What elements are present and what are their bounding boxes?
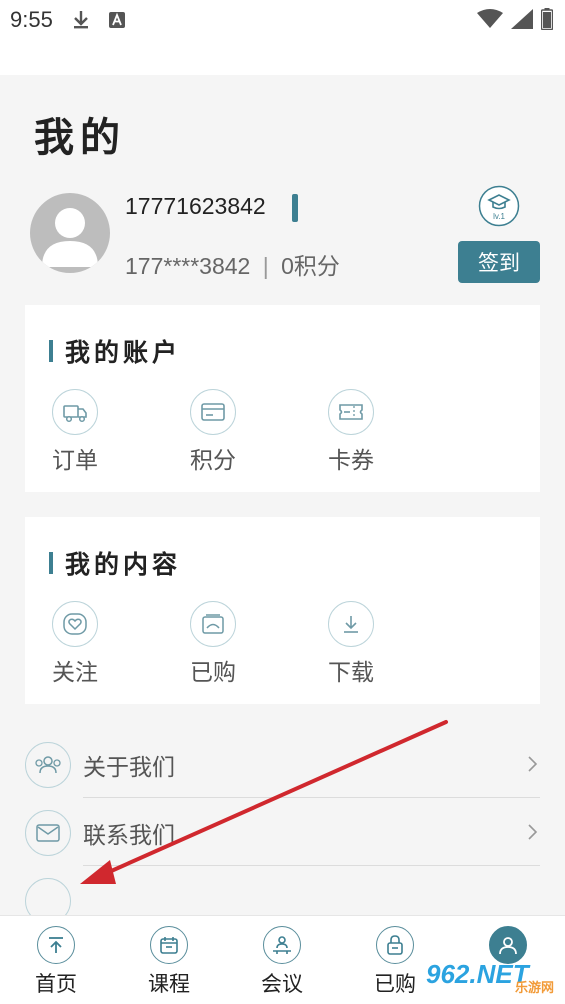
tab-courses[interactable]: 课程 xyxy=(129,926,209,998)
people-icon xyxy=(25,742,71,788)
page-title: 我的 xyxy=(34,114,126,161)
tab-meetings[interactable]: 会议 xyxy=(242,926,322,998)
about-us-item[interactable]: 关于我们 xyxy=(25,730,540,798)
follow-item[interactable]: 关注 xyxy=(40,601,110,687)
account-title-text: 我的账户 xyxy=(65,338,182,367)
masked-phone: 177****3842 xyxy=(125,253,251,279)
user-summary: 177****3842 | 0积分 xyxy=(125,247,340,281)
tab-courses-label: 课程 xyxy=(148,972,190,996)
content-title-text: 我的内容 xyxy=(65,550,182,579)
purchased-icon xyxy=(190,601,236,647)
chevron-right-icon xyxy=(526,820,540,844)
calendar-icon xyxy=(150,926,188,964)
partial-list-item[interactable] xyxy=(25,866,540,915)
summary-separator: | xyxy=(262,253,269,279)
chevron-right-icon xyxy=(526,752,540,776)
orders-item[interactable]: 订单 xyxy=(40,389,110,475)
points-item[interactable]: 积分 xyxy=(178,389,248,475)
title-accent-bar xyxy=(49,340,53,362)
content-card-title: 我的内容 xyxy=(49,545,181,581)
download-icon xyxy=(328,601,374,647)
purchased-label: 已购 xyxy=(190,660,236,686)
purchased-item[interactable]: 已购 xyxy=(178,601,248,687)
watermark-sub: 乐游网 xyxy=(514,981,554,996)
profile-page: 我的 17771623842 177****3842 | 0积分 lv.1 签到… xyxy=(0,75,565,915)
a-status-icon xyxy=(107,10,127,30)
points-label: 积分 xyxy=(190,448,236,474)
avatar[interactable] xyxy=(30,193,110,273)
checkin-button[interactable]: 签到 xyxy=(458,241,540,283)
follow-label: 关注 xyxy=(52,660,98,686)
content-card: 我的内容 关注 已购 下载 xyxy=(25,517,540,704)
tab-meetings-label: 会议 xyxy=(261,972,303,996)
coupons-item[interactable]: 卡券 xyxy=(316,389,386,475)
contact-us-label: 联系我们 xyxy=(83,823,175,849)
coupons-label: 卡券 xyxy=(328,448,374,474)
download-status-icon xyxy=(71,10,91,30)
orders-label: 订单 xyxy=(52,448,98,474)
account-card: 我的账户 订单 积分 卡券 xyxy=(25,305,540,492)
lock-icon xyxy=(376,926,414,964)
title-accent-bar xyxy=(49,552,53,574)
meeting-icon xyxy=(263,926,301,964)
about-us-label: 关于我们 xyxy=(83,755,175,781)
ticket-icon xyxy=(328,389,374,435)
partial-item-icon xyxy=(25,878,71,915)
level-badge-icon[interactable]: lv.1 xyxy=(478,185,520,227)
site-watermark: 962.NET 乐游网 xyxy=(426,950,560,998)
wifi-icon xyxy=(477,9,503,35)
status-time: 9:55 xyxy=(10,7,53,32)
account-card-title: 我的账户 xyxy=(49,333,181,369)
user-phone: 17771623842 xyxy=(125,193,266,219)
tab-home[interactable]: 首页 xyxy=(16,926,96,998)
heart-icon xyxy=(52,601,98,647)
download-item[interactable]: 下载 xyxy=(316,601,386,687)
home-icon xyxy=(37,926,75,964)
truck-icon xyxy=(52,389,98,435)
tab-purchased-label: 已购 xyxy=(374,972,416,996)
download-label: 下载 xyxy=(328,660,374,686)
watermark-brand: 962.NET xyxy=(426,958,529,989)
tab-home-label: 首页 xyxy=(35,972,77,996)
status-bar: 9:55 xyxy=(0,0,565,40)
phone-accent-bar xyxy=(292,194,298,222)
card-icon xyxy=(190,389,236,435)
signal-icon xyxy=(511,9,533,35)
level-text: lv.1 xyxy=(493,212,505,221)
contact-us-item[interactable]: 联系我们 xyxy=(25,798,540,866)
points-text: 0积分 xyxy=(281,253,340,279)
battery-icon xyxy=(540,8,554,36)
mail-icon xyxy=(25,810,71,856)
tab-purchased[interactable]: 已购 xyxy=(355,926,435,998)
